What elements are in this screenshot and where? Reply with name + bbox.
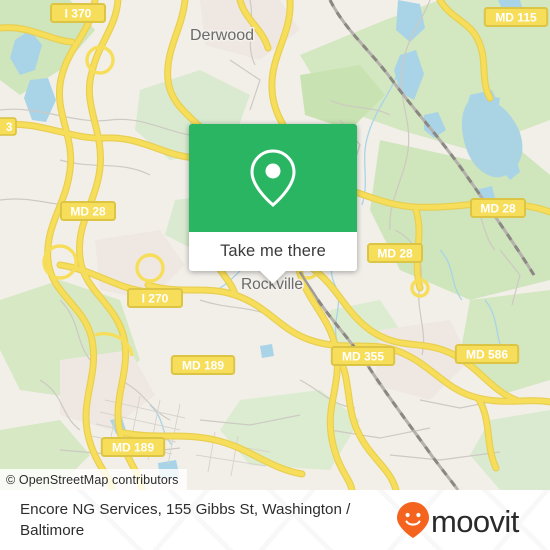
road-shield: I 270 bbox=[127, 288, 183, 308]
callout-card-header bbox=[189, 124, 357, 232]
road-shield: MD 355 bbox=[330, 346, 396, 366]
svg-text:3: 3 bbox=[6, 122, 12, 134]
footer-bar: Encore NG Services, 155 Gibbs St, Washin… bbox=[0, 490, 550, 550]
road-shield: MD 28 bbox=[60, 201, 116, 221]
road-shield-label: MD 28 bbox=[70, 205, 106, 219]
osm-attribution[interactable]: © OpenStreetMap contributors bbox=[0, 469, 187, 490]
moovit-pin-smile-icon bbox=[397, 502, 429, 538]
road-shield-label: I 370 bbox=[65, 7, 92, 21]
location-title: Encore NG Services, 155 Gibbs St, Washin… bbox=[20, 501, 351, 539]
place-label-derwood: Derwood bbox=[190, 27, 254, 44]
road-shield-label: MD 189 bbox=[112, 441, 154, 455]
road-shield: MD 586 bbox=[454, 344, 520, 364]
road-shield: MD 189 bbox=[100, 437, 166, 457]
road-shield-label: MD 28 bbox=[377, 247, 413, 261]
road-shield: MD 28 bbox=[470, 198, 526, 218]
moovit-logo[interactable]: moovit bbox=[396, 501, 519, 539]
road-shield-label: MD 189 bbox=[182, 359, 224, 373]
road-shield-partial: 3 bbox=[0, 117, 17, 136]
map-screenshot: Derwood Rockville 3 I 370 MD 115 MD 28 MD 2… bbox=[0, 0, 550, 550]
take-me-there-button[interactable]: Take me there bbox=[189, 232, 357, 284]
road-shield: MD 115 bbox=[483, 7, 549, 27]
moovit-wordmark: moovit bbox=[431, 503, 519, 539]
road-shield: MD 189 bbox=[170, 355, 236, 375]
road-shield: I 370 bbox=[50, 3, 106, 23]
road-shield: MD 28 bbox=[367, 243, 423, 263]
road-shield-label: MD 355 bbox=[342, 350, 384, 364]
take-me-there-label: Take me there bbox=[220, 242, 326, 260]
road-shield-label: I 270 bbox=[142, 292, 169, 306]
road-shield-label: MD 28 bbox=[480, 202, 516, 216]
road-shield-label: MD 115 bbox=[495, 11, 537, 25]
map-pin-icon bbox=[250, 149, 296, 207]
destination-callout-card[interactable]: Take me there bbox=[189, 124, 357, 284]
road-shield-label: MD 586 bbox=[466, 348, 508, 362]
osm-attribution-text: © OpenStreetMap contributors bbox=[6, 472, 179, 487]
callout-card-tail bbox=[260, 271, 286, 284]
